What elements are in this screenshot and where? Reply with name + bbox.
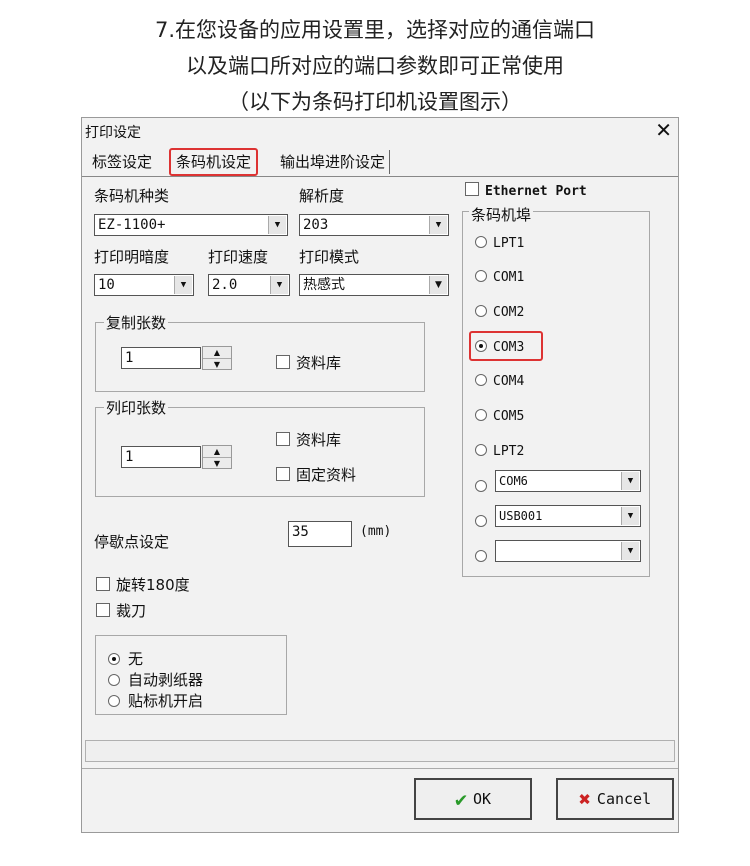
tab-divider [82,176,678,177]
port-combo-2[interactable]: USB001 ▼ [495,505,641,527]
radio-combo3[interactable] [475,550,493,565]
tab-printer-settings[interactable]: 条码机设定 [169,148,259,176]
print-count-input[interactable]: 1 [121,446,201,468]
rotate-180-checkbox[interactable]: 旋转180度 [96,574,190,595]
print-count-stepper[interactable]: ▲ ▼ [202,445,232,469]
mode-select[interactable]: 热感式 ▼ [299,274,449,296]
stop-point-unit: (mm) [360,524,392,539]
printer-port-group-title: 条码机埠 [469,204,534,225]
resolution-select[interactable]: 203 ▼ [299,214,449,236]
resolution-label: 解析度 [299,187,345,205]
print-settings-dialog: 打印设定 ✕ 标签设定 条码机设定 输出埠进阶设定 条码机种类 EZ-1100+… [81,117,679,833]
caption-line-3: （以下为条码打印机设置图示） [228,90,522,114]
tab-label-settings[interactable]: 标签设定 [88,150,156,174]
speed-label: 打印速度 [208,248,269,266]
tab-output-advanced[interactable]: 输出埠进阶设定 [276,150,391,174]
printer-port-group: 条码机埠 LPT1 COM1 COM2 COM3 COM4 COM5 LPT2 … [462,204,650,577]
chevron-down-icon: ▼ [429,276,447,294]
radio-none[interactable]: 无 [108,648,143,669]
close-icon[interactable]: ✕ [655,118,672,142]
speed-select[interactable]: 2.0 ▼ [208,274,290,296]
cancel-button[interactable]: ✖ Cancel [556,778,674,820]
copies-group-title: 复制张数 [104,312,169,333]
radio-combo2[interactable] [475,515,493,530]
stop-point-label: 停歇点设定 [94,533,170,551]
chevron-down-icon: ▼ [621,472,639,490]
radio-com4[interactable]: COM4 [475,374,524,389]
chevron-down-icon: ▼ [174,276,192,294]
post-process-group: 无 自动剥纸器 贴标机开启 [95,635,287,715]
darkness-label: 打印明暗度 [94,248,170,266]
ethernet-port-checkbox[interactable]: Ethernet Port [465,182,587,199]
printer-type-select[interactable]: EZ-1100+ ▼ [94,214,288,236]
radio-lpt2[interactable]: LPT2 [475,444,524,459]
status-bar [85,740,675,762]
darkness-select[interactable]: 10 ▼ [94,274,194,296]
radio-labeler-on[interactable]: 贴标机开启 [108,690,203,711]
copies-group: 复制张数 1 ▲ ▼ 资料库 [95,312,425,392]
com3-highlight [469,331,543,361]
copies-database-checkbox[interactable]: 资料库 [276,352,341,373]
fixed-data-checkbox[interactable]: 固定资料 [276,464,356,485]
print-count-database-checkbox[interactable]: 资料库 [276,429,341,450]
chevron-down-icon: ▼ [621,542,639,560]
caption-line-2: 以及端口所对应的端口参数即可正常使用 [186,54,564,78]
check-icon: ✔ [454,787,467,811]
port-combo-3[interactable]: ▼ [495,540,641,562]
stop-point-input[interactable]: 35 [288,521,352,547]
footer-separator [82,768,678,769]
cutter-checkbox[interactable]: 裁刀 [96,600,146,621]
chevron-down-icon: ▼ [268,216,286,234]
radio-com1[interactable]: COM1 [475,270,524,285]
dialog-title: 打印设定 [85,125,141,141]
copies-input[interactable]: 1 [121,347,201,369]
copies-stepper[interactable]: ▲ ▼ [202,346,232,370]
caption-line-1: 7.在您设备的应用设置里，选择对应的通信端口 [154,18,596,42]
chevron-down-icon: ▼ [621,507,639,525]
mode-label: 打印模式 [299,248,360,266]
port-combo-1[interactable]: COM6 ▼ [495,470,641,492]
print-count-group: 列印张数 1 ▲ ▼ 资料库 固定资料 [95,397,425,497]
radio-com2[interactable]: COM2 [475,305,524,320]
printer-type-label: 条码机种类 [94,187,170,205]
radio-lpt1[interactable]: LPT1 [475,236,524,251]
print-count-group-title: 列印张数 [104,397,169,418]
radio-combo1[interactable] [475,480,493,495]
radio-auto-peeler[interactable]: 自动剥纸器 [108,669,203,690]
x-icon: ✖ [578,787,591,811]
chevron-down-icon: ▼ [270,276,288,294]
chevron-down-icon: ▼ [429,216,447,234]
radio-com5[interactable]: COM5 [475,409,524,424]
ok-button[interactable]: ✔ OK [414,778,532,820]
